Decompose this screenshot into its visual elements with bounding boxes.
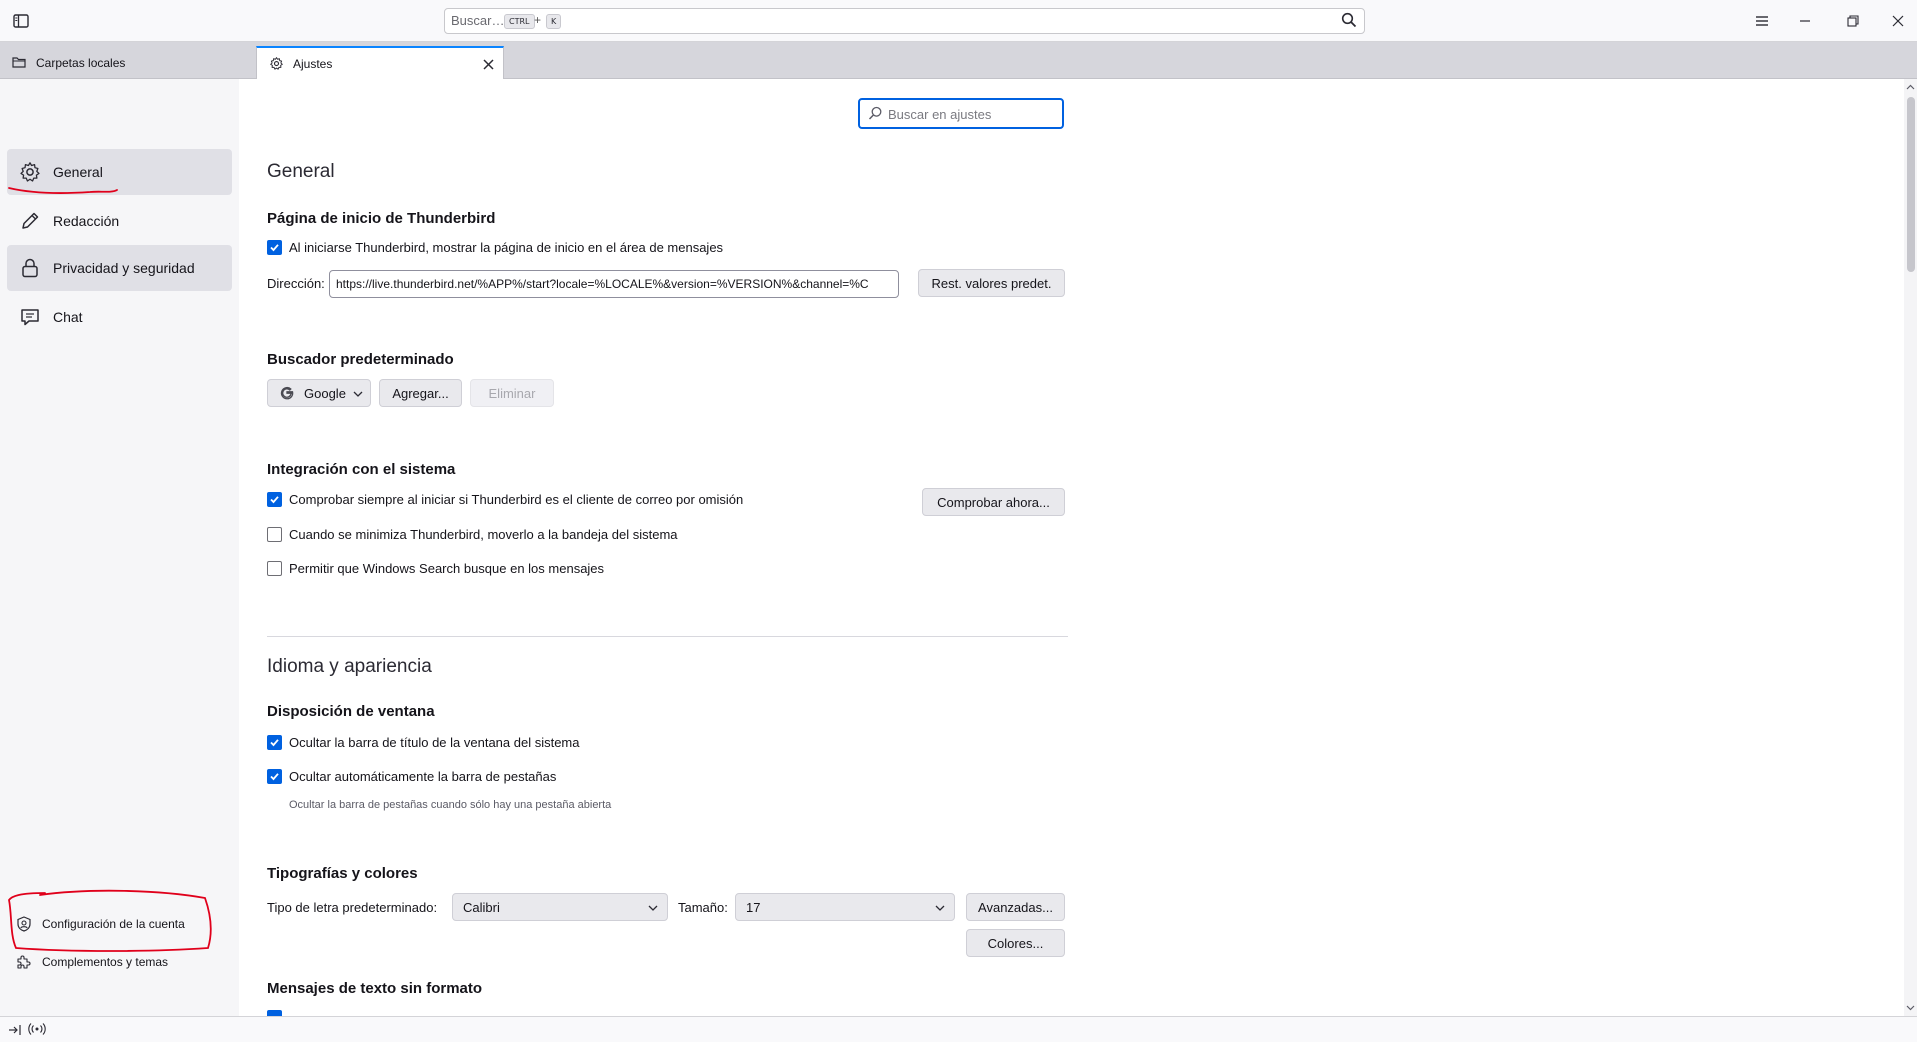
sidebar-item-privacy[interactable]: Privacidad y seguridad <box>7 245 232 291</box>
sidebar-item-general[interactable]: General <box>7 149 232 195</box>
advanced-fonts-button[interactable]: Avanzadas... <box>966 893 1065 921</box>
minimize-to-tray-label: Cuando se minimiza Thunderbird, moverlo … <box>289 527 678 542</box>
checkbox-checked[interactable] <box>267 769 282 784</box>
sidebar-item-label: General <box>53 164 103 180</box>
chevron-down-icon <box>647 902 659 914</box>
checkbox-unchecked[interactable] <box>267 527 282 542</box>
default-font-dropdown[interactable]: Calibri <box>452 893 668 921</box>
system-integration-heading: Integración con el sistema <box>267 461 456 478</box>
scroll-thumb[interactable] <box>1907 97 1915 272</box>
windows-search-label: Permitir que Windows Search busque en lo… <box>289 561 605 576</box>
default-font-value: Calibri <box>463 899 500 915</box>
fonts-colors-heading: Tipografías y colores <box>267 865 418 882</box>
window-layout-heading: Disposición de ventana <box>267 703 435 720</box>
section-title-appearance: Idioma y apariencia <box>267 656 432 677</box>
font-size-label: Tamaño: <box>678 900 728 915</box>
shortcut-plus: + <box>534 13 542 27</box>
check-now-button[interactable]: Comprobar ahora... <box>922 488 1065 516</box>
minimize-icon[interactable] <box>1791 8 1819 34</box>
global-search-input[interactable]: Buscar… CTRL + K <box>444 8 1365 34</box>
vertical-scrollbar[interactable] <box>1904 79 1917 1016</box>
google-icon <box>280 386 294 400</box>
minimize-to-tray-checkbox-row[interactable]: Cuando se minimiza Thunderbird, moverlo … <box>267 527 678 542</box>
search-engine-dropdown[interactable]: Google <box>267 379 371 407</box>
status-bar <box>0 1016 1917 1042</box>
folder-icon <box>12 55 28 71</box>
sidebar-item-label: Privacidad y seguridad <box>53 260 195 276</box>
search-engine-heading: Buscador predeterminado <box>267 351 454 368</box>
colors-button[interactable]: Colores... <box>966 929 1065 957</box>
top-toolbar: Buscar… CTRL + K <box>0 0 1917 42</box>
settings-search-input[interactable] <box>886 104 1056 124</box>
windows-search-checkbox-row[interactable]: Permitir que Windows Search busque en lo… <box>267 561 604 576</box>
tab-settings[interactable]: Ajustes <box>256 46 504 80</box>
settings-search-field[interactable] <box>858 98 1064 129</box>
puzzle-icon <box>16 954 32 970</box>
plain-text-heading: Mensajes de texto sin formato <box>267 980 483 997</box>
scroll-up-icon[interactable] <box>1906 83 1915 92</box>
tab-label: Ajustes <box>293 57 333 71</box>
font-size-value: 17 <box>746 899 761 915</box>
remove-search-engine-button[interactable]: Eliminar <box>470 379 554 407</box>
add-search-engine-button[interactable]: Agregar... <box>379 379 462 407</box>
checkbox-checked[interactable] <box>267 735 282 750</box>
gear-icon <box>19 161 41 183</box>
chevron-down-icon <box>934 902 946 914</box>
font-size-dropdown[interactable]: 17 <box>735 893 955 921</box>
close-tab-icon[interactable] <box>479 55 497 73</box>
tab-local-folders[interactable]: Carpetas locales <box>0 46 256 79</box>
hide-titlebar-checkbox-row[interactable]: Ocultar la barra de título de la ventana… <box>267 735 580 750</box>
hide-titlebar-label: Ocultar la barra de título de la ventana… <box>289 735 580 750</box>
sidebar-item-composition[interactable]: Redacción <box>7 198 232 244</box>
search-placeholder: Buscar… <box>451 13 505 28</box>
account-settings-link[interactable]: Configuración de la cuenta <box>16 912 185 936</box>
start-page-checkbox-row[interactable]: Al iniciarse Thunderbird, mostrar la pág… <box>267 240 723 255</box>
tab-label: Carpetas locales <box>36 55 126 70</box>
checkbox-checked[interactable] <box>267 492 282 507</box>
search-icon <box>868 106 883 121</box>
close-window-icon[interactable] <box>1884 8 1912 34</box>
collapse-spaces-icon[interactable] <box>8 1023 22 1039</box>
search-icon[interactable] <box>1341 12 1359 30</box>
settings-sidebar: General Redacción Privacidad y seguridad… <box>0 79 239 1016</box>
settings-content: General Página de inicio de Thunderbird … <box>239 79 1904 1016</box>
checkbox-checked[interactable] <box>267 240 282 255</box>
address-label: Dirección: <box>267 276 325 291</box>
online-status-icon[interactable] <box>28 1022 46 1039</box>
autohide-tabbar-checkbox-row[interactable]: Ocultar automáticamente la barra de pest… <box>267 769 556 784</box>
chevron-down-icon <box>352 388 364 400</box>
search-engine-value: Google <box>304 385 346 401</box>
scroll-down-icon[interactable] <box>1906 1003 1915 1012</box>
start-page-heading: Página de inicio de Thunderbird <box>267 210 496 227</box>
restore-defaults-button[interactable]: Rest. valores predet. <box>918 269 1065 297</box>
gear-icon <box>269 56 285 72</box>
sidebar-item-label: Chat <box>53 309 83 325</box>
autohide-tabbar-hint: Ocultar la barra de pestañas cuando sólo… <box>289 799 612 811</box>
default-client-checkbox-row[interactable]: Comprobar siempre al iniciar si Thunderb… <box>267 492 743 507</box>
account-settings-label: Configuración de la cuenta <box>42 917 185 931</box>
restore-icon[interactable] <box>1839 8 1867 34</box>
tab-strip: Carpetas locales Ajustes <box>0 42 1917 80</box>
shortcut-k-key: K <box>546 14 562 29</box>
addons-themes-link[interactable]: Complementos y temas <box>16 950 168 974</box>
pencil-icon <box>19 210 41 232</box>
app-menu-icon[interactable] <box>1748 8 1776 34</box>
autohide-tabbar-label: Ocultar automáticamente la barra de pest… <box>289 769 557 784</box>
start-page-checkbox-label: Al iniciarse Thunderbird, mostrar la pág… <box>289 240 724 255</box>
section-divider <box>267 636 1068 637</box>
account-settings-icon <box>16 916 32 932</box>
sidebar-item-label: Redacción <box>53 213 120 229</box>
lock-icon <box>19 257 41 279</box>
default-font-label: Tipo de letra predeterminado: <box>267 900 438 915</box>
chat-icon <box>19 306 41 328</box>
checkbox-unchecked[interactable] <box>267 561 282 576</box>
shortcut-ctrl-key: CTRL <box>504 14 535 29</box>
addons-themes-label: Complementos y temas <box>42 955 169 969</box>
section-title-general: General <box>267 161 335 182</box>
default-client-label: Comprobar siempre al iniciar si Thunderb… <box>289 492 744 507</box>
start-page-address-input[interactable]: https://live.thunderbird.net/%APP%/start… <box>329 270 899 298</box>
sidebar-item-chat[interactable]: Chat <box>7 294 232 340</box>
folder-pane-toggle-icon[interactable] <box>10 10 32 32</box>
